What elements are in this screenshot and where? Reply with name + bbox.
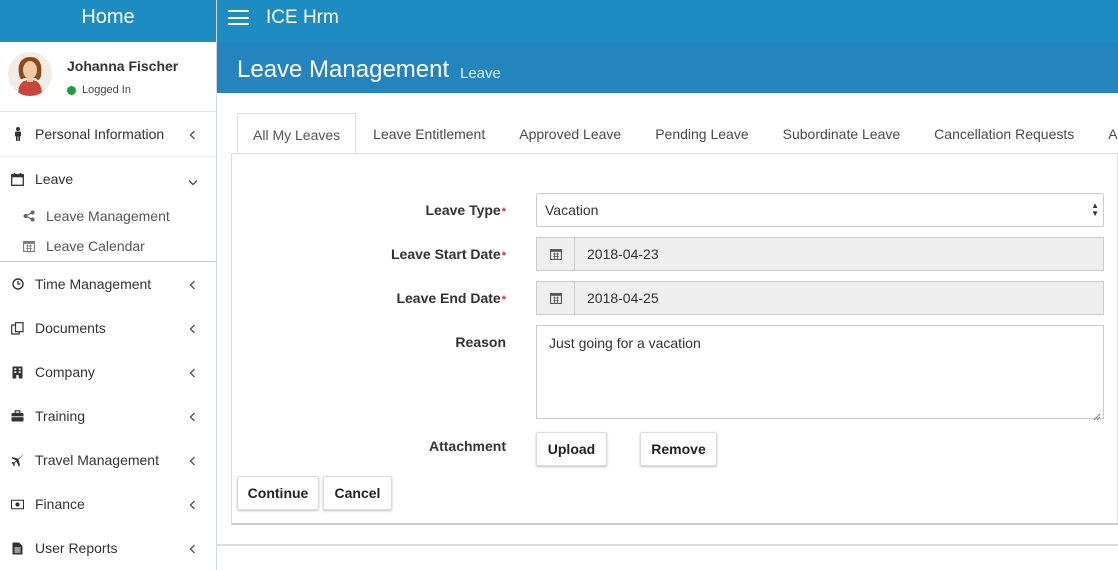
calendar-icon <box>11 172 24 186</box>
avatar <box>8 52 52 96</box>
sidebar-item-travel-management[interactable]: Travel Management <box>0 438 216 482</box>
leave-start-date-field: 2018-04-23 <box>536 237 1104 271</box>
tab-leave-entitlement[interactable]: Leave Entitlement <box>356 113 502 154</box>
sidebar: Home Johanna Fischer Logged In Personal … <box>0 0 217 570</box>
reason-textarea[interactable]: Just going for a vacation <box>536 325 1104 421</box>
sidebar-item-label: Documents <box>35 320 106 336</box>
chevron-left-icon <box>189 321 196 337</box>
sidebar-item-finance[interactable]: Finance <box>0 482 216 526</box>
sidebar-item-leave[interactable]: Leave <box>0 157 216 201</box>
chevron-left-icon <box>189 453 196 469</box>
sidebar-subitem-leave-calendar[interactable]: Leave Calendar <box>0 231 216 261</box>
upload-button[interactable]: Upload <box>536 432 607 466</box>
user-panel: Johanna Fischer Logged In <box>0 42 216 112</box>
file-icon <box>11 541 24 555</box>
leave-type-label: Leave Type* <box>425 202 506 218</box>
money-icon <box>11 497 24 511</box>
page-title: Leave Management <box>237 56 450 83</box>
page-header: Leave Management Leave <box>217 43 1118 93</box>
chevron-left-icon <box>189 497 196 513</box>
plane-icon <box>11 453 24 467</box>
home-link[interactable]: Home <box>0 0 216 42</box>
user-status: Logged In <box>67 84 131 96</box>
user-name: Johanna Fischer <box>67 58 179 74</box>
calendar-icon <box>22 240 35 252</box>
chevron-left-icon <box>189 365 196 381</box>
share-icon <box>22 210 35 222</box>
tab-approved-truncated[interactable]: Ap <box>1091 113 1118 154</box>
sidebar-subitem-label: Leave Management <box>46 208 170 224</box>
leave-end-date-field: 2018-04-25 <box>536 281 1104 315</box>
leave-end-date-label: Leave End Date* <box>396 290 506 306</box>
sidebar-item-time-management[interactable]: Time Management <box>0 262 216 306</box>
leave-menu-group: Leave Leave Management Leave Calendar <box>0 156 216 262</box>
online-status-dot <box>67 85 76 95</box>
continue-button[interactable]: Continue <box>237 476 319 510</box>
chevron-left-icon <box>189 409 196 425</box>
hamburger-menu-icon[interactable] <box>228 10 249 25</box>
leave-start-date-label: Leave Start Date* <box>391 246 506 262</box>
leave-type-value: Vacation <box>545 202 599 218</box>
chevron-down-icon <box>188 173 198 189</box>
chevron-left-icon <box>189 541 196 557</box>
leave-end-date-input[interactable]: 2018-04-25 <box>575 282 1103 314</box>
sidebar-item-label: Company <box>35 364 95 380</box>
person-icon <box>11 127 24 141</box>
sidebar-subitem-leave-management[interactable]: Leave Management <box>0 201 216 231</box>
documents-icon <box>11 321 24 335</box>
tab-cancellation-requests[interactable]: Cancellation Requests <box>917 113 1091 154</box>
top-navbar: ICE Hrm <box>217 0 1118 43</box>
leave-type-select[interactable]: Vacation ▲ ▼ <box>536 193 1104 227</box>
calendar-icon[interactable] <box>537 282 575 314</box>
page-subtitle: Leave <box>460 65 501 82</box>
tab-all-my-leaves[interactable]: All My Leaves <box>237 113 357 154</box>
briefcase-icon <box>11 409 24 423</box>
sidebar-item-label: Personal Information <box>35 126 165 142</box>
cancel-button[interactable]: Cancel <box>323 476 392 510</box>
sidebar-subitem-label: Leave Calendar <box>46 238 145 254</box>
content-divider <box>217 544 1118 546</box>
sidebar-item-label: Time Management <box>35 276 152 292</box>
calendar-icon[interactable] <box>537 238 575 270</box>
leave-start-date-input[interactable]: 2018-04-23 <box>575 238 1103 270</box>
sidebar-item-user-reports[interactable]: User Reports <box>0 526 216 570</box>
tab-approved-leave[interactable]: Approved Leave <box>502 113 638 154</box>
sidebar-item-label: Travel Management <box>35 452 159 468</box>
reason-text: Just going for a vacation <box>549 335 701 351</box>
tab-pending-leave[interactable]: Pending Leave <box>638 113 765 154</box>
tab-bar: All My Leaves Leave Entitlement Approved L… <box>237 113 1118 154</box>
building-icon <box>11 365 24 379</box>
attachment-label: Attachment <box>428 438 506 454</box>
tab-subordinate-leave[interactable]: Subordinate Leave <box>766 113 918 154</box>
remove-button[interactable]: Remove <box>640 432 717 466</box>
sidebar-item-training[interactable]: Training <box>0 394 216 438</box>
clock-icon <box>11 277 24 291</box>
app-title: ICE Hrm <box>266 7 339 28</box>
sidebar-item-label: User Reports <box>35 540 118 556</box>
select-arrows-icon: ▲ ▼ <box>1091 201 1099 218</box>
sidebar-item-label: Leave <box>35 171 74 187</box>
sidebar-item-personal-information[interactable]: Personal Information <box>0 112 216 156</box>
sidebar-item-documents[interactable]: Documents <box>0 306 216 350</box>
sidebar-item-label: Training <box>35 408 86 424</box>
chevron-left-icon <box>189 127 196 143</box>
sidebar-item-company[interactable]: Company <box>0 350 216 394</box>
user-status-label: Logged In <box>82 84 131 96</box>
sidebar-item-label: Finance <box>35 496 85 512</box>
resize-grip-icon[interactable] <box>1093 408 1101 421</box>
reason-label: Reason <box>455 334 506 350</box>
chevron-left-icon <box>189 277 196 293</box>
